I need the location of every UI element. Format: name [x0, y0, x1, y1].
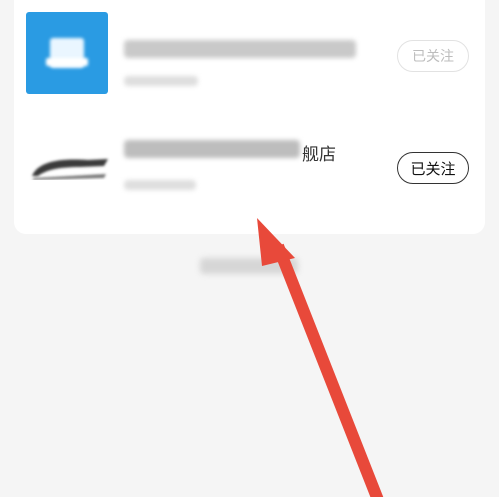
- store-followers-blurred: [124, 180, 196, 190]
- store-logo-acer-icon[interactable]: [28, 154, 110, 180]
- followed-stores-card: 已关注 舰店 已关注: [14, 0, 485, 234]
- list-end-hint-blurred: [200, 258, 298, 274]
- store-name-blurred: [124, 140, 300, 158]
- store-name-blurred: [124, 40, 356, 58]
- logo-text-blurred: [46, 58, 88, 66]
- store-name-suffix: 舰店: [302, 145, 336, 165]
- store-followers-blurred: [124, 76, 198, 86]
- store-list-item-1[interactable]: 已关注: [14, 0, 485, 118]
- following-button[interactable]: 已关注: [397, 152, 469, 184]
- following-button[interactable]: 已关注: [397, 40, 469, 72]
- store-logo-blue-icon[interactable]: [26, 12, 108, 94]
- arrow-shaft: [272, 243, 384, 497]
- store-list-item-2[interactable]: 舰店 已关注: [14, 118, 485, 222]
